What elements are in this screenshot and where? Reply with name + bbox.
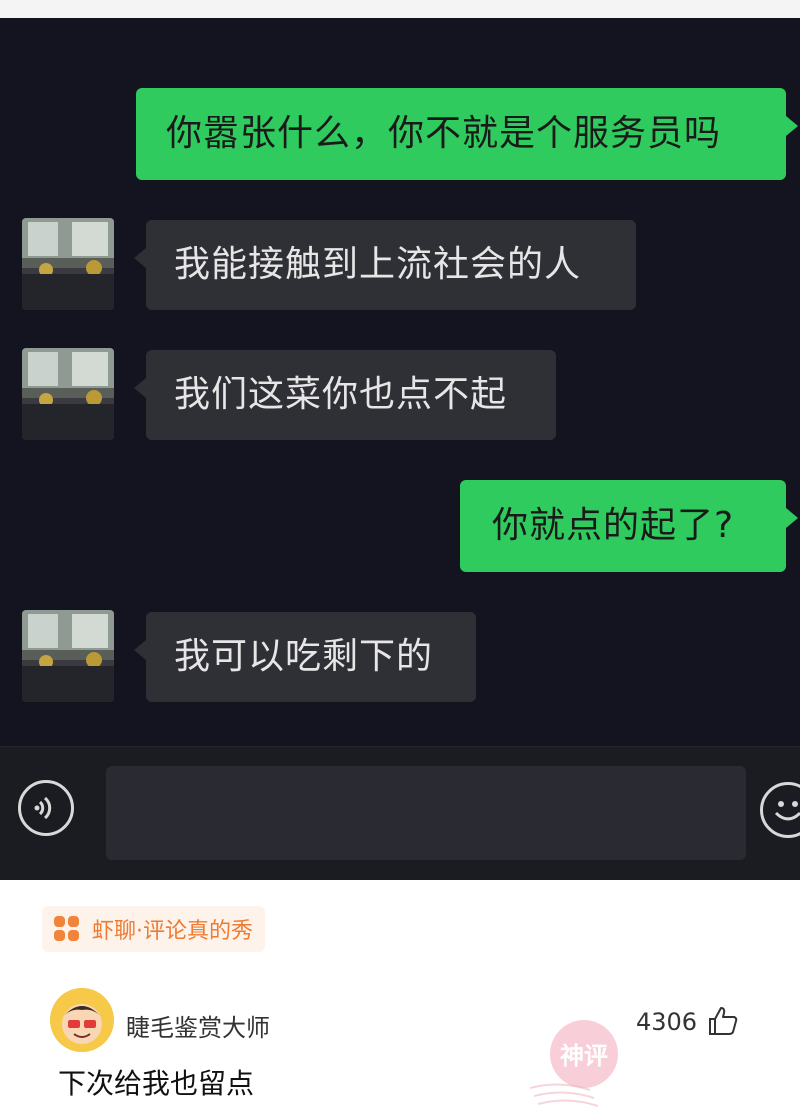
message-bubble-incoming: 我们这菜你也点不起 <box>134 350 556 440</box>
message-text: 我们这菜你也点不起 <box>174 374 508 415</box>
hot-comment-badge: 神评 <box>529 1020 618 1107</box>
thumbs-up-icon[interactable] <box>706 1004 740 1038</box>
source-tag[interactable]: 虾聊·评论真的秀 <box>42 906 265 952</box>
message-bubble-incoming: 我可以吃剩下的 <box>134 612 476 702</box>
comment-username[interactable]: 睫毛鉴赏大师 <box>126 1008 270 1043</box>
message-bubble-outgoing: 你嚣张什么，你不就是个服务员吗 <box>136 88 798 180</box>
comment-text: 下次给我也留点 <box>58 1067 255 1100</box>
avatar[interactable] <box>50 988 114 1052</box>
emoji-icon[interactable] <box>760 782 800 838</box>
contact-avatar[interactable] <box>22 610 114 702</box>
chat-screenshot: 你嚣张什么，你不就是个服务员吗 我能接触到上流社会的人 我们这菜你也点不起 你就… <box>0 18 800 880</box>
app-logo-icon <box>54 916 79 941</box>
message-text: 你嚣张什么，你不就是个服务员吗 <box>166 113 722 154</box>
message-bubble-incoming: 我能接触到上流社会的人 <box>134 220 636 310</box>
message-text: 我能接触到上流社会的人 <box>174 244 582 285</box>
like-count: 4306 <box>636 1008 698 1036</box>
message-input[interactable] <box>106 766 746 860</box>
contact-avatar[interactable] <box>22 348 114 440</box>
message-text: 我可以吃剩下的 <box>174 636 434 677</box>
source-label: 虾聊·评论真的秀 <box>92 919 253 944</box>
top-strip <box>0 0 800 18</box>
voice-icon[interactable] <box>18 780 74 836</box>
svg-text:神评: 神评 <box>560 1042 608 1070</box>
message-bubble-outgoing: 你就点的起了? <box>460 480 798 572</box>
contact-avatar[interactable] <box>22 218 114 310</box>
message-text: 你就点的起了? <box>492 505 735 546</box>
